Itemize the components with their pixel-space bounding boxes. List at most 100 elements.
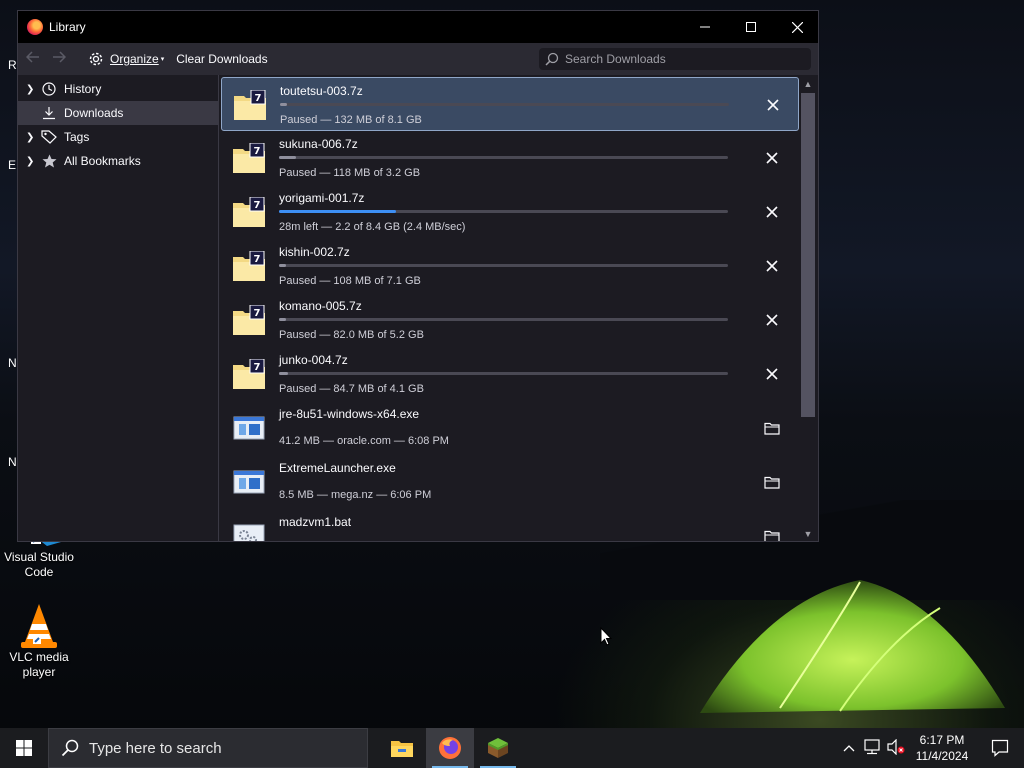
download-progress-bar [279, 264, 728, 267]
cancel-download-button[interactable] [762, 95, 784, 115]
svg-text:7: 7 [254, 362, 261, 373]
volume-button[interactable] [884, 738, 908, 758]
taskbar-minecraft[interactable] [474, 728, 522, 768]
taskbar-search-box[interactable] [48, 728, 368, 768]
download-item[interactable]: ExtremeLauncher.exe 8.5 MB — mega.nz — 6… [221, 455, 799, 509]
download-item[interactable]: jre-8u51-windows-x64.exe 41.2 MB — oracl… [221, 401, 799, 455]
7z-archive-icon: 7 [233, 197, 265, 227]
show-hidden-icons-button[interactable] [838, 741, 860, 755]
download-item[interactable]: 7 junko-004.7z Paused — 84.7 MB of 4.1 G… [221, 347, 799, 401]
cancel-download-button[interactable] [761, 310, 783, 330]
download-progress-fill [279, 372, 289, 375]
windows-logo-icon [16, 740, 32, 756]
sidebar-item-label: History [64, 82, 102, 96]
sidebar-item-downloads[interactable]: Downloads [18, 101, 218, 125]
download-filename: komano-005.7z [279, 299, 362, 313]
desktop-icon-label-fragment: R [8, 58, 17, 72]
taskbar-clock[interactable]: 6:17 PM 11/4/2024 [908, 732, 976, 764]
show-in-folder-button[interactable] [761, 418, 783, 438]
taskbar: 6:17 PM 11/4/2024 [0, 728, 1024, 768]
firefox-icon [439, 737, 461, 759]
cancel-icon [766, 206, 778, 218]
download-status: Paused — 118 MB of 3.2 GB [279, 167, 421, 179]
minimize-button[interactable] [682, 11, 728, 43]
7z-archive-icon: 7 [233, 305, 265, 335]
show-in-folder-button[interactable] [761, 526, 783, 541]
toolbar: Organize ▾ Clear Downloads [18, 43, 818, 75]
download-item[interactable]: 7 kishin-002.7z Paused — 108 MB of 7.1 G… [221, 239, 799, 293]
desktop-icon-label: Visual Studio Code [4, 550, 74, 579]
download-filename: jre-8u51-windows-x64.exe [279, 407, 420, 421]
sidebar-item-all-bookmarks[interactable]: ❯ All Bookmarks [18, 149, 218, 173]
download-item[interactable]: 7 komano-005.7z Paused — 82.0 MB of 5.2 … [221, 293, 799, 347]
action-center-button[interactable] [976, 739, 1024, 757]
search-input[interactable] [565, 52, 805, 66]
forward-arrow-icon [53, 51, 67, 63]
network-status-button[interactable] [860, 738, 884, 758]
svg-text:7: 7 [254, 200, 261, 211]
download-item[interactable]: 7 yorigami-001.7z 28m left — 2.2 of 8.4 … [221, 185, 799, 239]
minecraft-grass-block-icon [488, 738, 508, 758]
system-tray: 6:17 PM 11/4/2024 [838, 728, 1024, 768]
download-progress-bar [279, 156, 728, 159]
clear-downloads-button[interactable]: Clear Downloads [176, 52, 267, 66]
scroll-down-icon[interactable]: ▼ [799, 527, 817, 541]
expand-arrow-icon[interactable]: ❯ [26, 84, 38, 95]
cancel-download-button[interactable] [761, 364, 783, 384]
taskbar-search-input[interactable] [89, 739, 339, 757]
taskbar-file-explorer[interactable] [378, 728, 426, 768]
library-window: Library Organize ▾ Clear Downloads Searc… [17, 10, 819, 542]
download-progress-fill [280, 103, 288, 106]
sidebar-item-history[interactable]: ❯ History [18, 77, 218, 101]
tag-icon [40, 130, 58, 144]
download-status: Paused — 82.0 MB of 5.2 GB [279, 329, 424, 341]
download-filename: madzvm1.bat [279, 515, 352, 529]
maximize-button[interactable] [728, 11, 774, 43]
sidebar-item-label: All Bookmarks [64, 154, 141, 168]
start-button[interactable] [0, 728, 48, 768]
exe-icon [233, 470, 265, 494]
7z-archive-icon: 7 [233, 359, 265, 389]
taskbar-firefox[interactable] [426, 728, 474, 768]
exe-icon [233, 416, 265, 440]
cancel-icon [766, 152, 778, 164]
7z-archive-icon: 7 [233, 251, 265, 281]
scrollbar-thumb[interactable] [801, 93, 815, 417]
back-button[interactable] [25, 50, 46, 68]
expand-arrow-icon[interactable]: ❯ [26, 132, 38, 143]
download-status: Paused — 132 MB of 8.1 GB [280, 114, 422, 126]
vlc-cone-icon [17, 602, 61, 648]
download-item[interactable]: madzvm1.bat [221, 509, 799, 541]
forward-button[interactable] [52, 50, 72, 68]
svg-text:7: 7 [255, 93, 262, 104]
desktop-icon-vlc[interactable]: VLC media player [0, 602, 78, 680]
cancel-download-button[interactable] [761, 148, 783, 168]
expand-arrow-icon[interactable]: ❯ [26, 156, 38, 167]
show-in-folder-button[interactable] [761, 472, 783, 492]
download-progress-fill [279, 264, 286, 267]
close-icon [791, 21, 803, 33]
download-filename: yorigami-001.7z [279, 191, 365, 205]
search-box[interactable] [539, 48, 811, 70]
search-icon [61, 739, 79, 757]
title-bar[interactable]: Library [18, 11, 818, 43]
sidebar-item-label: Downloads [64, 106, 124, 120]
organize-button[interactable]: Organize ▾ [88, 51, 164, 67]
sidebar-item-tags[interactable]: ❯ Tags [18, 125, 218, 149]
clock-time: 6:17 PM [919, 733, 965, 747]
download-status: 8.5 MB — mega.nz — 6:06 PM [279, 489, 432, 501]
downloads-scrollbar[interactable]: ▲ ▼ [799, 77, 817, 541]
minimize-icon [700, 26, 710, 28]
folder-icon [764, 422, 780, 435]
notification-icon [991, 739, 1009, 757]
network-icon [864, 738, 880, 754]
chevron-down-icon: ▾ [160, 56, 165, 63]
cancel-download-button[interactable] [761, 202, 783, 222]
download-item[interactable]: 7 toutetsu-003.7z Paused — 132 MB of 8.1… [221, 77, 799, 131]
back-arrow-icon [25, 51, 39, 63]
download-filename: sukuna-006.7z [279, 137, 358, 151]
scroll-up-icon[interactable]: ▲ [799, 77, 817, 91]
download-item[interactable]: 7 sukuna-006.7z Paused — 118 MB of 3.2 G… [221, 131, 799, 185]
close-button[interactable] [774, 11, 820, 43]
cancel-download-button[interactable] [761, 256, 783, 276]
